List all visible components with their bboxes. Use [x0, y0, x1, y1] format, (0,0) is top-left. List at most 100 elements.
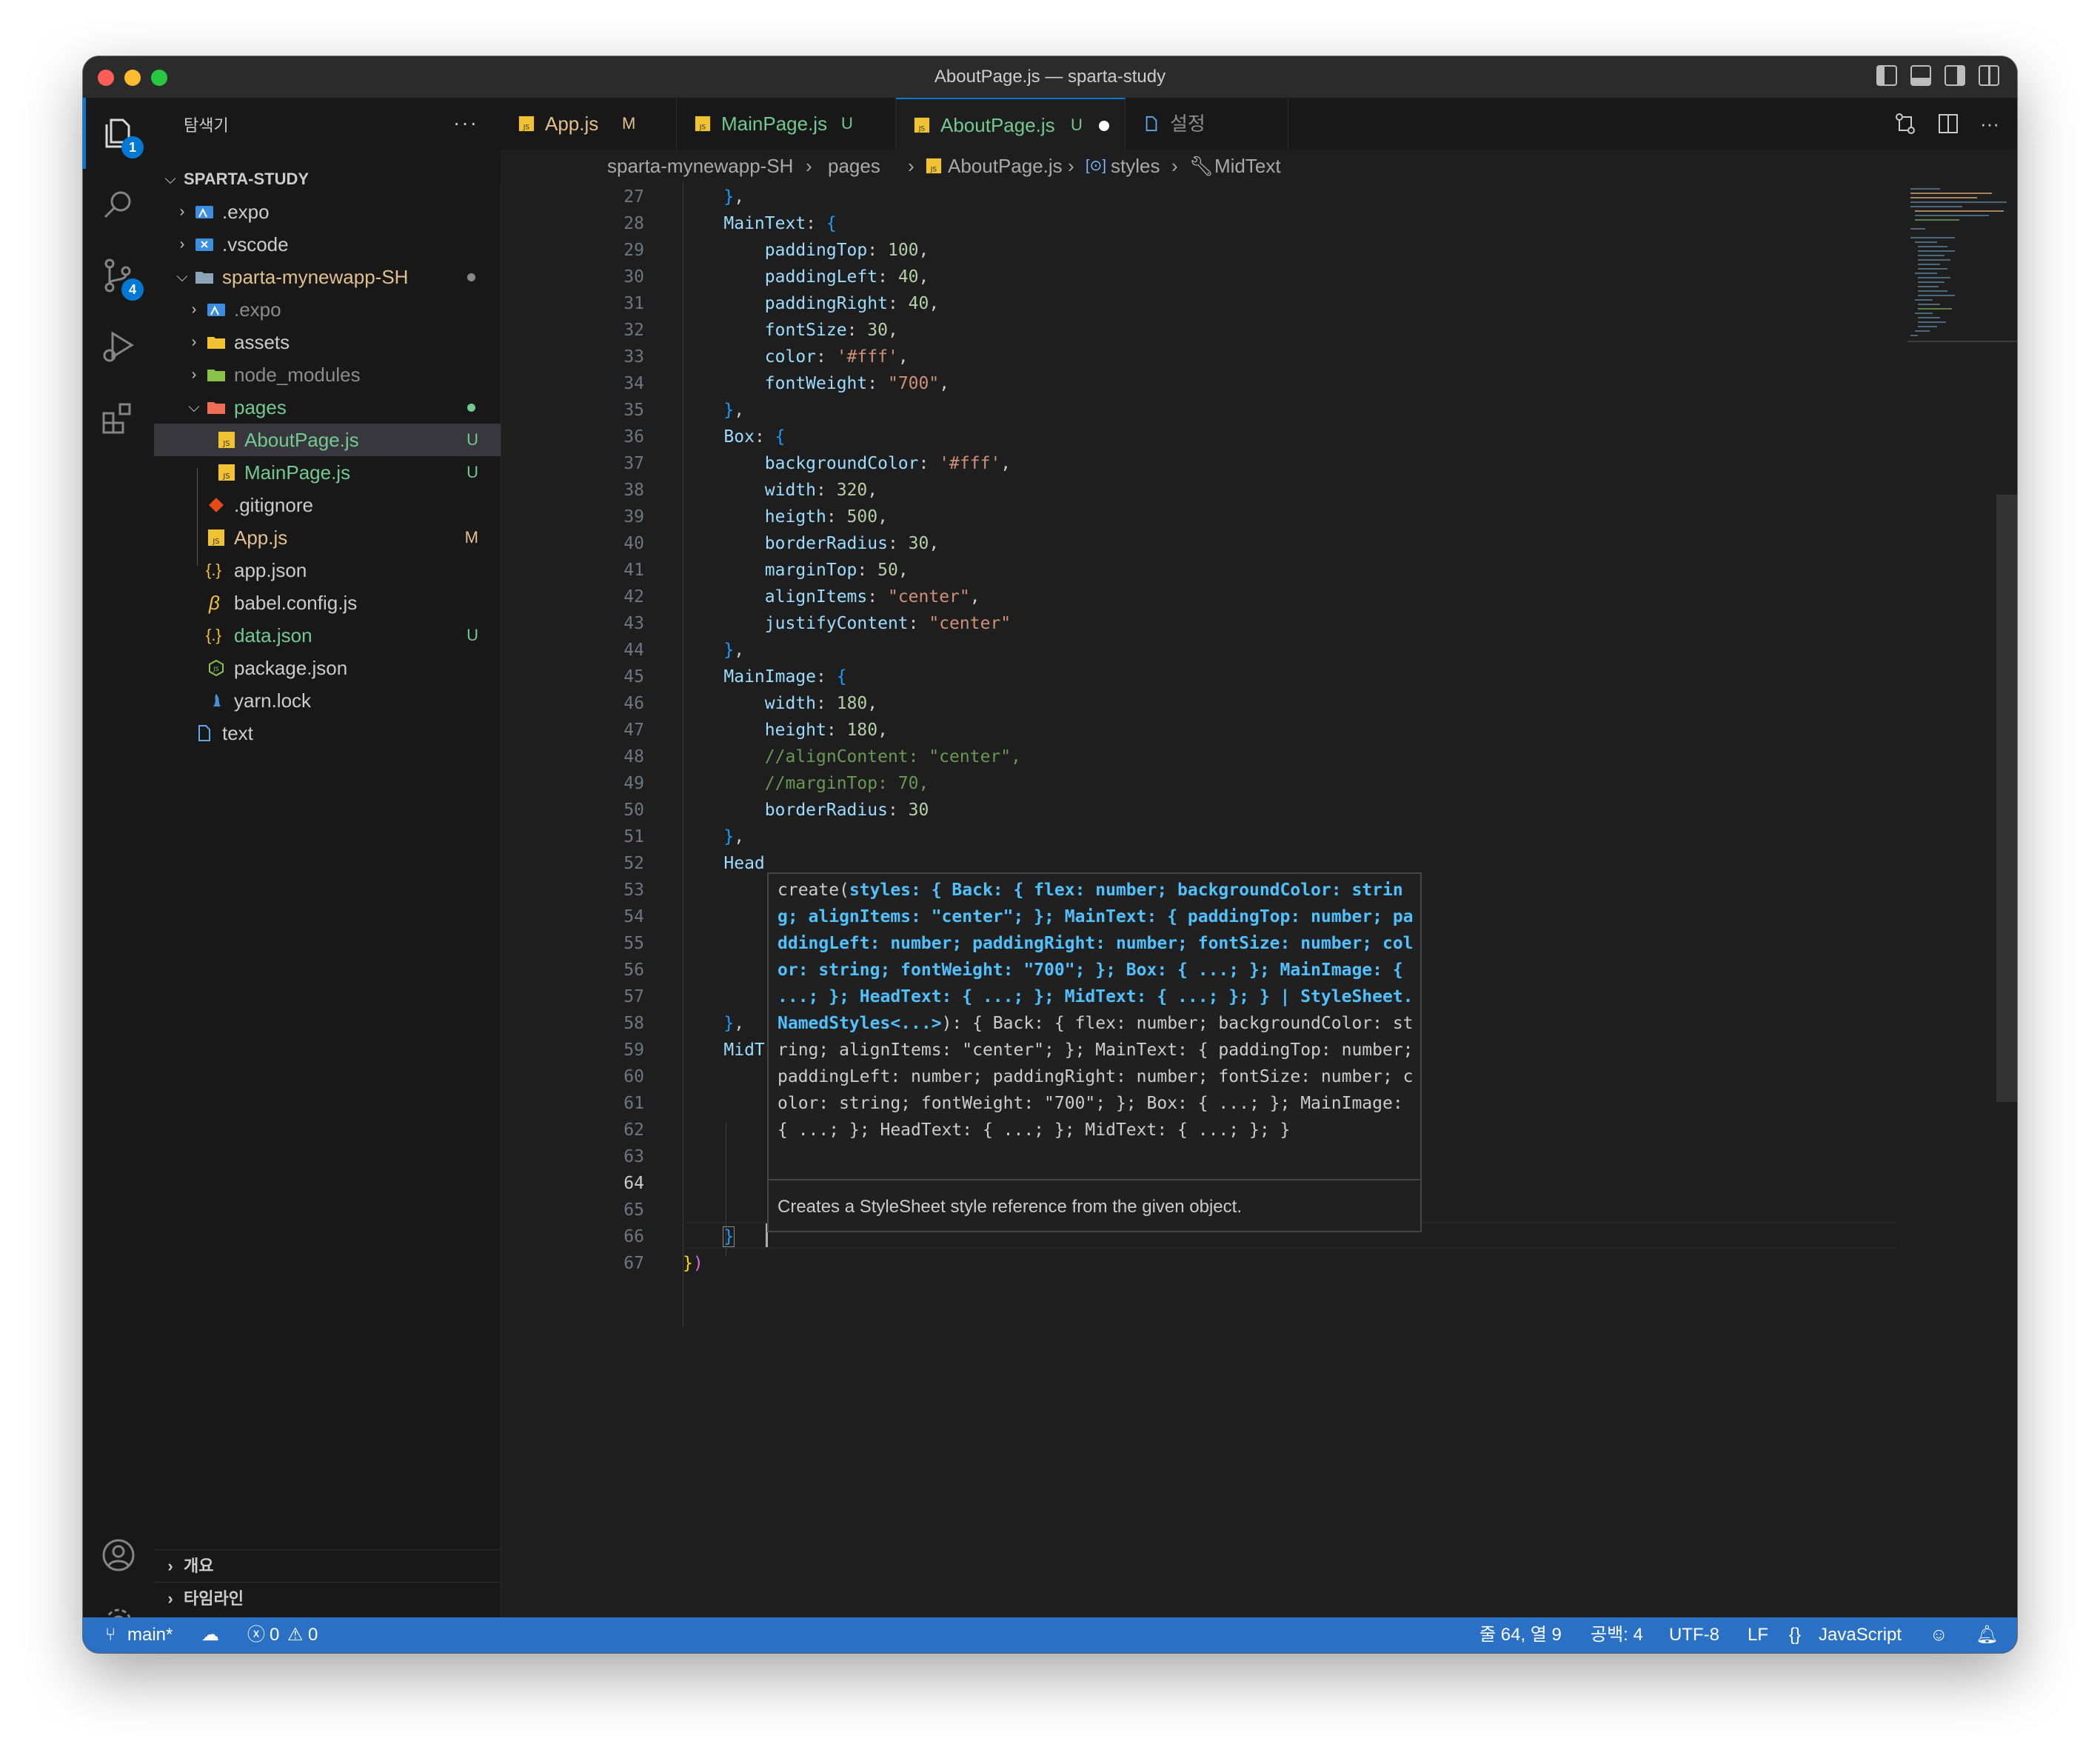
editor-tabs: JS App.js M JS MainPage.js U JS AboutPag…: [501, 98, 2017, 150]
status-bar: ⑂ main* ☁︎ ⓧ 0 ⚠ 0 줄 64, 열 9 공백: 4 UTF-8…: [83, 1617, 2017, 1653]
chevron-right-icon: ›: [191, 367, 197, 383]
tab-appjs[interactable]: JS App.js M: [501, 98, 677, 150]
account-icon: [102, 1539, 135, 1571]
indentation[interactable]: 공백: 4: [1591, 1617, 1643, 1653]
modified-dot: [467, 273, 475, 281]
tree-item-datajson[interactable]: {.} data.json U: [154, 619, 501, 652]
source-control-activity[interactable]: 4: [83, 240, 154, 311]
npm-file-icon: JS: [209, 659, 224, 677]
cursor-position[interactable]: 줄 64, 열 9: [1479, 1617, 1562, 1653]
js-file-icon: JS: [208, 529, 224, 546]
breadcrumb-folder[interactable]: sparta-mynewapp-SH: [607, 150, 793, 182]
explorer-sidebar: 탐색기 ··· ⌵ SPARTA-STUDY › .expo › .vscode…: [154, 98, 501, 1617]
toggle-primary-sidebar-icon[interactable]: [1876, 65, 1897, 86]
error-count[interactable]: 0: [270, 1617, 279, 1653]
workspace-root[interactable]: ⌵ SPARTA-STUDY: [154, 163, 501, 196]
chevron-down-icon: ⌵: [176, 269, 188, 285]
branch-status[interactable]: main*: [127, 1617, 173, 1653]
tree-item-packagejson[interactable]: JS package.json: [154, 652, 501, 684]
customize-layout-icon[interactable]: [1979, 65, 1999, 86]
pages-folder-icon: [207, 402, 225, 414]
encoding[interactable]: UTF-8: [1669, 1617, 1719, 1653]
explorer-activity[interactable]: 1: [83, 98, 154, 169]
source-control-badge: 4: [121, 278, 144, 301]
tree-item-yarnlock[interactable]: yarn.lock: [154, 684, 501, 717]
js-file-icon: JS: [926, 158, 942, 173]
tree-item-aboutpage[interactable]: JS AboutPage.js U: [154, 424, 501, 456]
split-editor-icon[interactable]: [1937, 113, 1959, 135]
tree-item-babel[interactable]: β babel.config.js: [154, 587, 501, 619]
accounts-activity[interactable]: [83, 1520, 154, 1591]
tree-item-expo[interactable]: › .expo: [154, 196, 501, 228]
tree-item-assets[interactable]: › assets: [154, 326, 501, 358]
workspace-root-label: SPARTA-STUDY: [184, 170, 310, 188]
sync-icon[interactable]: ☁︎: [201, 1617, 219, 1653]
compare-changes-icon[interactable]: [1894, 113, 1916, 135]
json-file-icon: {.}: [206, 626, 221, 644]
tab-settings[interactable]: 설정: [1126, 98, 1288, 150]
tooltip-doc: Creates a StyleSheet style reference fro…: [778, 1197, 1242, 1217]
tree-item-mainpage[interactable]: JS MainPage.js U: [154, 456, 501, 489]
tree-item-sparta-mynewapp[interactable]: ⌵ sparta-mynewapp-SH: [154, 261, 501, 293]
explorer-more-button[interactable]: ···: [453, 98, 478, 154]
toggle-panel-icon[interactable]: [1910, 65, 1931, 86]
run-debug-activity[interactable]: [83, 311, 154, 382]
svg-text:JS: JS: [523, 123, 530, 131]
expo-folder-icon: [195, 206, 213, 218]
chevron-right-icon: ›: [167, 1589, 173, 1608]
chevron-right-icon: ›: [1171, 155, 1178, 177]
search-activity[interactable]: [83, 169, 154, 240]
warning-count[interactable]: 0: [308, 1617, 318, 1653]
babel-file-icon: β: [209, 592, 220, 614]
tree-item-expo-inner[interactable]: › .expo: [154, 293, 501, 326]
untracked-dot: [467, 404, 475, 412]
error-icon: ⓧ: [247, 1625, 265, 1645]
folder-open-icon: [195, 272, 213, 284]
timeline-section[interactable]: › 타임라인: [154, 1582, 501, 1615]
variable-icon: [⊙]: [1086, 158, 1106, 174]
breadcrumb-pages[interactable]: pages: [828, 150, 880, 182]
vscode-window: AboutPage.js — sparta-study 1 4 탐색기 ··· …: [83, 56, 2017, 1653]
svg-text:JS: JS: [222, 472, 230, 481]
line-ending[interactable]: LF: [1748, 1617, 1768, 1653]
tree-item-appjson[interactable]: {.} app.json: [154, 554, 501, 587]
feedback-icon[interactable]: ☺: [1930, 1617, 1948, 1653]
file-icon: [1146, 116, 1157, 132]
bell-icon[interactable]: 🔔︎: [1976, 1617, 1998, 1653]
tab-mainpage[interactable]: JS MainPage.js U: [677, 98, 896, 150]
chevron-right-icon: ›: [908, 155, 914, 177]
breadcrumb-file[interactable]: AboutPage.js: [948, 150, 1063, 182]
svg-text:JS: JS: [213, 666, 218, 672]
toggle-secondary-sidebar-icon[interactable]: [1944, 65, 1965, 86]
editor-actions: ···: [1894, 98, 1999, 150]
expo-folder-icon: [207, 304, 225, 316]
file-icon: [198, 725, 210, 741]
git-file-icon: [209, 498, 224, 512]
chevron-right-icon: ›: [167, 1557, 173, 1575]
vertical-scrollbar[interactable]: [1996, 495, 2017, 1102]
search-icon: [104, 191, 131, 218]
tree-item-text[interactable]: text: [154, 717, 501, 749]
tab-aboutpage[interactable]: JS AboutPage.js U: [896, 98, 1126, 150]
run-debug-icon: [103, 331, 134, 362]
unsaved-dot[interactable]: [1099, 121, 1109, 131]
explorer-title: 탐색기: [184, 116, 229, 135]
json-file-icon: {.}: [206, 561, 221, 579]
tree-item-gitignore[interactable]: .gitignore: [154, 489, 501, 521]
tree-item-pages[interactable]: ⌵ pages: [154, 391, 501, 424]
more-actions-icon[interactable]: ···: [1980, 113, 1999, 136]
chevron-right-icon: ›: [191, 334, 197, 350]
breadcrumb-midtext[interactable]: MidText: [1214, 150, 1281, 182]
tree-item-node-modules[interactable]: › node_modules: [154, 358, 501, 391]
chevron-down-icon: ⌵: [164, 171, 176, 187]
tree-item-appjs[interactable]: JS App.js M: [154, 521, 501, 554]
extensions-icon: [102, 403, 131, 434]
breadcrumb-styles[interactable]: styles: [1111, 150, 1160, 182]
braces-icon: {}: [1789, 1625, 1802, 1645]
warning-icon: ⚠: [287, 1625, 304, 1645]
tree-item-vscode[interactable]: › .vscode: [154, 228, 501, 261]
language-mode[interactable]: JavaScript: [1819, 1617, 1902, 1653]
extensions-activity[interactable]: [83, 382, 154, 453]
svg-text:JS: JS: [222, 440, 230, 448]
outline-section[interactable]: › 개요: [154, 1549, 501, 1583]
